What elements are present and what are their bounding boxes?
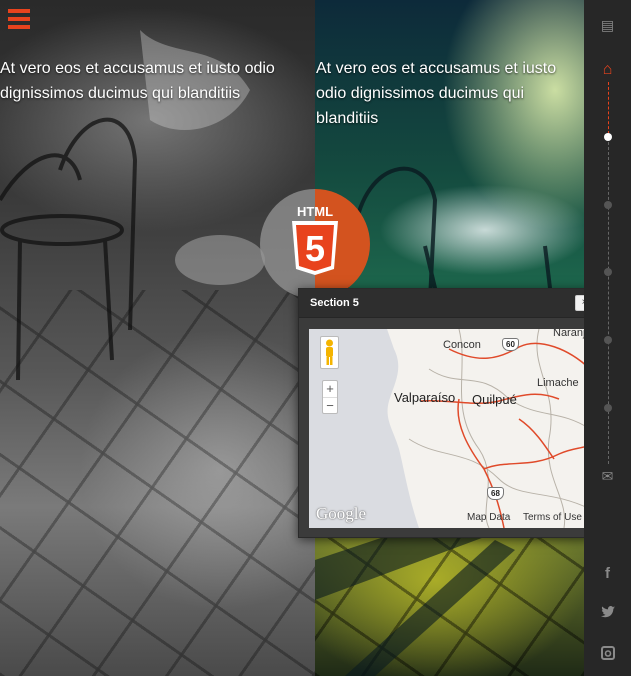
zoom-control: + − [322,380,338,414]
section-dot-1[interactable] [604,133,612,141]
section-popup: Section 5 × [298,288,600,538]
map-geography [387,329,590,528]
route-60-shield-icon: 60 [502,338,519,351]
map-label-valparaiso: Valparaíso [394,390,456,405]
zoom-in-button[interactable]: + [323,381,337,397]
popup-header: Section 5 × [299,289,599,318]
popup-title: Section 5 [310,297,359,309]
map-view[interactable]: + − Concon 60 Naranja Limache Valparaíso… [309,329,590,528]
instagram-icon[interactable] [584,646,631,663]
menu-icon[interactable] [8,9,30,31]
newspaper-icon[interactable]: ▤ [584,17,631,34]
scene-grayscale: At vero eos et accusamus et iusto odio d… [0,0,315,676]
progress-line-active [608,82,609,134]
html5-badge: HTML 5 [260,189,370,299]
map-label-limache: Limache [537,377,579,389]
progress-line [608,142,609,464]
street-view-pegman-icon[interactable] [320,336,339,369]
twitter-icon[interactable] [584,605,631,621]
map-label-concon: Concon [443,339,481,351]
map-data-link[interactable]: Map Data [467,512,510,523]
mail-icon[interactable]: ✉ [584,468,631,485]
sidebar: ▤ ⌂ ✉ f [584,0,631,676]
section-dot-2[interactable] [604,201,612,209]
map-label-quilpue: Quilpué [472,392,517,407]
html5-shield-icon: HTML 5 [292,204,338,275]
section-dot-5[interactable] [604,404,612,412]
left-caption: At vero eos et accusamus et iusto odio d… [0,60,275,102]
home-icon[interactable]: ⌂ [584,61,631,79]
section-dot-4[interactable] [604,336,612,344]
html5-label: HTML [297,204,333,219]
terms-of-use-link[interactable]: Terms of Use [523,512,582,523]
facebook-icon[interactable]: f [584,565,631,582]
section-dot-3[interactable] [604,268,612,276]
html5-number: 5 [305,228,325,269]
route-68-shield-icon: 68 [487,487,504,500]
zoom-out-button[interactable]: − [323,397,337,413]
google-logo: Google [316,504,367,523]
right-caption: At vero eos et accusamus et iusto odio d… [316,60,557,127]
